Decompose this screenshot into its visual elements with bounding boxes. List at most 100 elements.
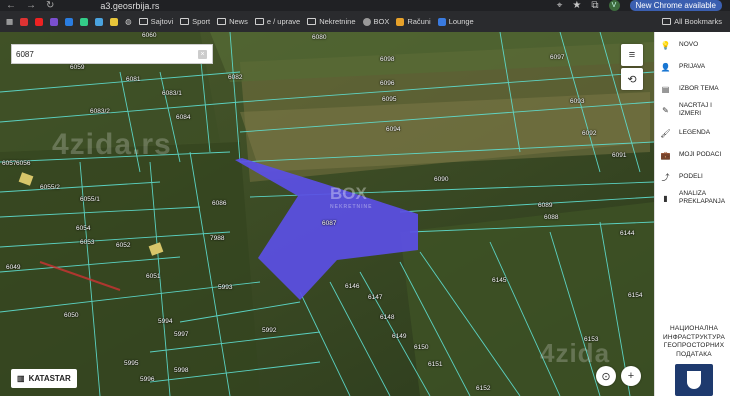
- nav-buttons: ← → ↻: [0, 0, 54, 11]
- parcel-label: 5997: [174, 331, 189, 338]
- parcel-label: 6146: [345, 283, 360, 290]
- browser-toolbar: ← → ↻ a3.geosrbija.rs ⌖ ★ ⧉ V New Chrome…: [0, 0, 730, 11]
- sidebar-item-prijava[interactable]: 👤 PRIJAVA: [655, 60, 730, 74]
- serbia-emblem-logo: [675, 364, 713, 396]
- profile-avatar[interactable]: V: [608, 0, 620, 11]
- bookmark-news[interactable]: News: [217, 17, 248, 26]
- bookmark-sport[interactable]: Sport: [180, 17, 210, 26]
- bookmark-racuni[interactable]: Računi: [396, 17, 431, 26]
- parcel-label: 6093: [570, 98, 585, 105]
- parcel-label: 6049: [6, 264, 21, 271]
- parcel-label: 6055/1: [80, 196, 100, 203]
- clear-icon[interactable]: ×: [198, 50, 207, 59]
- back-icon[interactable]: ←: [6, 0, 16, 11]
- refresh-button[interactable]: ⟲: [621, 68, 643, 90]
- parcel-label: 5995: [124, 360, 139, 367]
- watermark-4zida-2: 4zida: [540, 338, 611, 368]
- locate-button[interactable]: ⊙: [596, 366, 616, 386]
- bookmark-box[interactable]: BOX: [362, 17, 389, 26]
- parcel-label: 6094: [386, 126, 401, 133]
- agency-name: НАЦИОНАЛНА ИНФРАСТРУКТУРА ГЕОПРОСТОРНИХ …: [662, 325, 726, 358]
- reload-icon[interactable]: ↻: [46, 0, 54, 11]
- parcel-label: 6151: [428, 361, 443, 368]
- refresh-icon: ⟲: [627, 73, 637, 86]
- box-icon: [362, 17, 371, 26]
- briefcase-icon: 💼: [660, 150, 671, 160]
- parcel-label: 6087: [322, 220, 337, 227]
- layers-icon: ▤: [661, 84, 670, 94]
- parcel-label: 6054: [76, 225, 91, 232]
- bookmark-sajtovi[interactable]: Sajtovi: [138, 17, 173, 26]
- folder-icon: [662, 18, 672, 25]
- address-bar[interactable]: a3.geosrbija.rs: [100, 1, 159, 11]
- sidebar-item-legenda[interactable]: 🖌 LEGENDA: [655, 126, 730, 140]
- sidebar-item-moji-podaci[interactable]: 💼 MOJI PODACI: [655, 148, 730, 162]
- bookmark-nekretnine[interactable]: Nekretnine: [307, 17, 356, 26]
- bookmarks-bar: ▦ ◍ Sajtovi Sport News e / uprave Nekret…: [0, 11, 730, 32]
- sidebar-item-novo[interactable]: 💡 NOVO: [655, 38, 730, 52]
- sidebar-item-izbor-tema[interactable]: ▤ IZBOR TEMA: [655, 82, 730, 96]
- user-icon: 👤: [660, 62, 671, 72]
- sidebar-item-nacrtaj[interactable]: ✎ NACRTAJ I IZMERI: [655, 102, 730, 118]
- parcel-label: 6097: [550, 54, 565, 61]
- sidebar-item-analiza[interactable]: ▮ ANALIZA PREKLAPANJA: [655, 190, 730, 206]
- maps-icon[interactable]: [80, 17, 89, 26]
- katastar-button[interactable]: ▥ KATASTAR: [11, 369, 77, 388]
- parcel-label: 6096: [380, 80, 395, 87]
- update-chrome-button[interactable]: New Chrome available: [629, 0, 722, 11]
- parcel-label: 5993: [218, 284, 233, 291]
- folder-icon: [307, 18, 317, 25]
- yahoo-icon[interactable]: [50, 17, 59, 26]
- parcel-label: 6092: [582, 130, 597, 137]
- all-bookmarks[interactable]: All Bookmarks: [662, 17, 730, 26]
- parcel-label: 6081: [126, 76, 141, 83]
- sidebar: 💡 NOVO 👤 PRIJAVA ▤ IZBOR TEMA ✎ NACRTAJ …: [654, 32, 730, 396]
- pencil-icon: ✎: [662, 105, 669, 115]
- watermark-4zida: 4zida.rs: [52, 128, 172, 161]
- parcel-label: 5994: [158, 318, 173, 325]
- parcel-label: 6098: [380, 56, 395, 63]
- forward-icon[interactable]: →: [26, 0, 36, 11]
- parcel-label: 6091: [612, 152, 627, 159]
- drive-icon[interactable]: [65, 17, 74, 26]
- gmail-icon[interactable]: [20, 17, 29, 26]
- site-icon[interactable]: [95, 17, 104, 26]
- location-icon[interactable]: ⌖: [557, 0, 563, 11]
- parcel-label: 6055/2: [40, 184, 60, 191]
- zoom-in-button[interactable]: +: [621, 366, 641, 386]
- lounge-icon: [437, 17, 446, 26]
- bookmark-star-icon[interactable]: ★: [572, 0, 581, 11]
- parcel-label: 6084: [176, 114, 191, 121]
- sidebar-item-podeli[interactable]: ⤴ PODELI: [655, 170, 730, 184]
- folder-icon: [217, 18, 227, 25]
- brush-icon: 🖌: [660, 128, 671, 138]
- map-view[interactable]: 4zida.rs 4zida BOX NEKRETNINE 6060 6080 60…: [0, 32, 654, 396]
- folder-icon: [180, 18, 190, 25]
- apps-icon[interactable]: ▦: [6, 17, 13, 26]
- parcel-label: 6152: [476, 385, 491, 392]
- youtube-icon[interactable]: [35, 17, 44, 26]
- document-icon: ▮: [663, 193, 668, 203]
- parcel-label: 6053: [80, 239, 95, 246]
- parcel-label: 5992: [262, 327, 277, 334]
- search-input[interactable]: 6087 ×: [11, 44, 213, 64]
- bookmark-e-uprave[interactable]: e / uprave: [254, 17, 300, 26]
- parcel-label: 6149: [392, 333, 407, 340]
- extensions-icon[interactable]: ⧉: [591, 0, 598, 11]
- parcel-label: 6051: [146, 273, 161, 280]
- parcel-label: 6089: [538, 202, 553, 209]
- parcel-label: 5996: [140, 376, 155, 383]
- parcel-label: 6050: [64, 312, 79, 319]
- parcel-label: 6059: [70, 64, 85, 71]
- parcel-label: 6088: [544, 214, 559, 221]
- menu-button[interactable]: ≡: [621, 44, 643, 66]
- bookmark-lounge[interactable]: Lounge: [437, 17, 474, 26]
- parcel-label: 6150: [414, 344, 429, 351]
- parcel-label: 6083/2: [90, 108, 110, 115]
- crosshair-icon: ⊙: [601, 370, 611, 383]
- parcel-label: 6086: [212, 200, 227, 207]
- site-icon-2[interactable]: [110, 17, 119, 26]
- parcel-label: 6144: [620, 230, 635, 237]
- globe-icon[interactable]: ◍: [125, 17, 132, 26]
- parcel-label: 7988: [210, 235, 225, 242]
